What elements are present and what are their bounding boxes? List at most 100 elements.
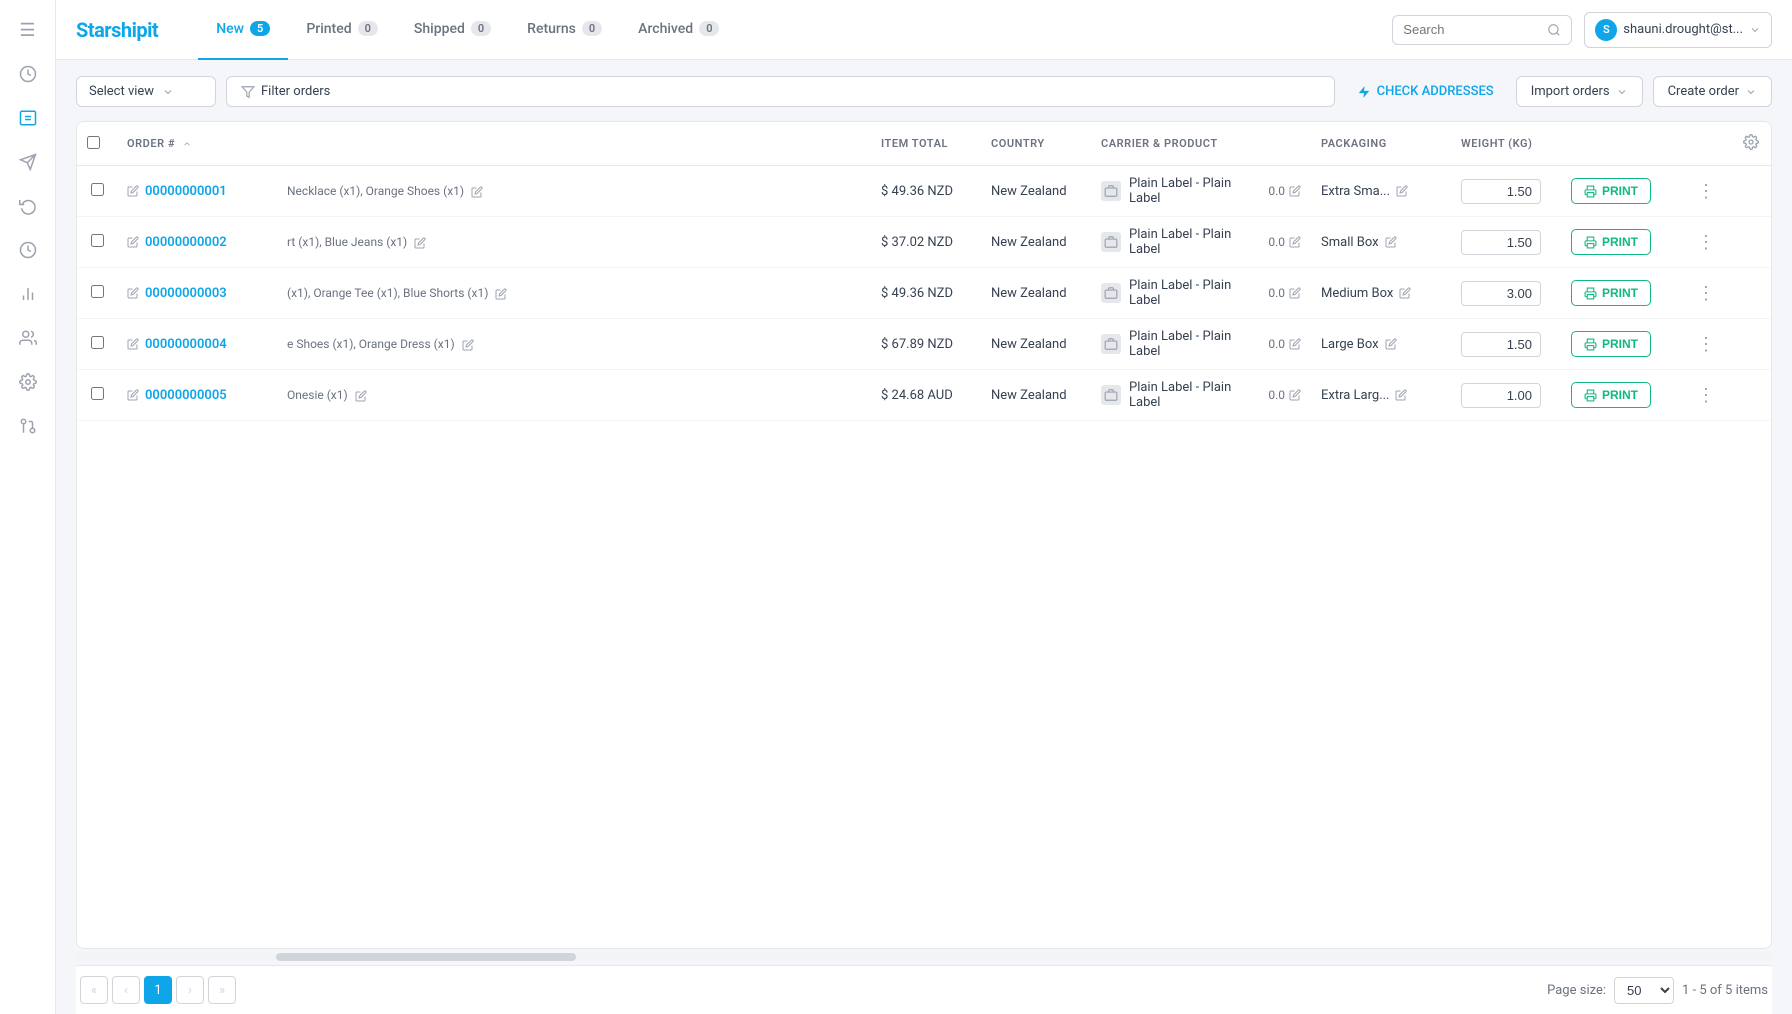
chevron-down-icon: [162, 86, 174, 98]
filter-icon: [241, 85, 255, 99]
edit-carrier-icon[interactable]: [1289, 338, 1301, 350]
row-checkbox-cell: [77, 370, 117, 421]
weight-input[interactable]: [1461, 230, 1541, 255]
more-options-button[interactable]: ⋮: [1691, 228, 1721, 257]
check-addresses-button[interactable]: CHECK ADDRESSES: [1345, 77, 1506, 106]
search-input[interactable]: [1403, 22, 1541, 37]
first-page-button[interactable]: «: [80, 976, 108, 1004]
edit-icon[interactable]: [127, 338, 139, 350]
more-options-button[interactable]: ⋮: [1691, 279, 1721, 308]
filter-button[interactable]: Filter orders: [226, 76, 1335, 107]
row-weight-cell[interactable]: [1451, 319, 1561, 370]
users-icon[interactable]: [10, 320, 46, 356]
settings-col-icon[interactable]: [1743, 134, 1759, 150]
pagination: « ‹ 1 › »: [80, 976, 236, 1004]
horizontal-scrollbar[interactable]: [76, 953, 1772, 961]
tab-printed[interactable]: Printed 0: [288, 0, 396, 60]
row-checkbox-2[interactable]: [91, 285, 104, 298]
row-print-cell: PRINT: [1561, 319, 1681, 370]
chart-icon[interactable]: [10, 276, 46, 312]
col-country-header: COUNTRY: [981, 122, 1091, 166]
prev-page-button[interactable]: ‹: [112, 976, 140, 1004]
row-weight-cell[interactable]: [1451, 217, 1561, 268]
edit-carrier-icon[interactable]: [1289, 287, 1301, 299]
edit-items-icon[interactable]: [471, 186, 483, 198]
edit-packaging-icon[interactable]: [1395, 389, 1407, 401]
edit-packaging-icon[interactable]: [1399, 287, 1411, 299]
row-checkbox-1[interactable]: [91, 234, 104, 247]
next-page-button[interactable]: ›: [176, 976, 204, 1004]
row-more-cell: ⋮: [1681, 370, 1731, 421]
row-weight-cell[interactable]: [1451, 268, 1561, 319]
edit-packaging-icon[interactable]: [1385, 338, 1397, 350]
select-all-checkbox[interactable]: [87, 136, 100, 149]
edit-items-icon[interactable]: [462, 339, 474, 351]
print-button[interactable]: PRINT: [1571, 280, 1651, 306]
send-icon[interactable]: [10, 144, 46, 180]
print-button[interactable]: PRINT: [1571, 331, 1651, 357]
carrier-name: Plain Label - Plain Label: [1129, 227, 1260, 257]
row-checkbox-0[interactable]: [91, 183, 104, 196]
integration-icon[interactable]: [10, 408, 46, 444]
weight-input[interactable]: [1461, 332, 1541, 357]
edit-icon[interactable]: [127, 287, 139, 299]
dashboard-icon[interactable]: [10, 56, 46, 92]
weight-input[interactable]: [1461, 383, 1541, 408]
weight-input[interactable]: [1461, 179, 1541, 204]
edit-carrier-icon[interactable]: [1289, 185, 1301, 197]
edit-items-icon[interactable]: [414, 237, 426, 249]
edit-packaging-icon[interactable]: [1385, 236, 1397, 248]
tab-returns[interactable]: Returns 0: [509, 0, 620, 60]
edit-carrier-icon[interactable]: [1289, 389, 1301, 401]
col-settings-header[interactable]: [1731, 122, 1771, 166]
scrollbar-thumb[interactable]: [276, 953, 576, 961]
header-right: S shauni.drought@st...: [1392, 12, 1772, 48]
create-order-button[interactable]: Create order: [1653, 76, 1772, 107]
settings-icon[interactable]: [10, 364, 46, 400]
edit-icon[interactable]: [127, 389, 139, 401]
edit-items-icon[interactable]: [495, 288, 507, 300]
row-checkbox-3[interactable]: [91, 336, 104, 349]
row-print-cell: PRINT: [1561, 217, 1681, 268]
select-view-button[interactable]: Select view: [76, 76, 216, 107]
print-button[interactable]: PRINT: [1571, 382, 1651, 408]
row-checkbox-cell: [77, 319, 117, 370]
print-button[interactable]: PRINT: [1571, 229, 1651, 255]
row-items-cell: e Shoes (x1), Orange Dress (x1): [277, 319, 871, 370]
history-icon[interactable]: [10, 188, 46, 224]
footer: « ‹ 1 › » Page size: 50 25 100 1 - 5 of …: [76, 965, 1772, 1014]
import-orders-button[interactable]: Import orders: [1516, 76, 1643, 107]
page-size-select[interactable]: 50 25 100: [1614, 977, 1674, 1004]
more-options-button[interactable]: ⋮: [1691, 177, 1721, 206]
tab-shipped[interactable]: Shipped 0: [396, 0, 509, 60]
order-id-link[interactable]: 00000000003: [145, 286, 227, 301]
row-carrier-cell: Plain Label - Plain Label 0.0: [1091, 370, 1311, 421]
edit-items-icon[interactable]: [355, 390, 367, 402]
edit-carrier-icon[interactable]: [1289, 236, 1301, 248]
tab-new[interactable]: New 5: [198, 0, 288, 60]
page-1-button[interactable]: 1: [144, 976, 172, 1004]
weight-input[interactable]: [1461, 281, 1541, 306]
edit-icon[interactable]: [127, 185, 139, 197]
order-id-link[interactable]: 00000000002: [145, 235, 227, 250]
tab-archived[interactable]: Archived 0: [620, 0, 737, 60]
search-icon: [1547, 22, 1561, 38]
last-page-button[interactable]: »: [208, 976, 236, 1004]
menu-icon[interactable]: ☰: [10, 12, 46, 48]
row-weight-cell[interactable]: [1451, 370, 1561, 421]
more-options-button[interactable]: ⋮: [1691, 381, 1721, 410]
order-id-link[interactable]: 00000000005: [145, 388, 227, 403]
user-button[interactable]: S shauni.drought@st...: [1584, 12, 1772, 48]
print-button[interactable]: PRINT: [1571, 178, 1651, 204]
more-options-button[interactable]: ⋮: [1691, 330, 1721, 359]
search-box[interactable]: [1392, 15, 1572, 45]
edit-icon[interactable]: [127, 236, 139, 248]
clock-icon[interactable]: [10, 232, 46, 268]
row-weight-cell[interactable]: [1451, 166, 1561, 217]
row-checkbox-4[interactable]: [91, 387, 104, 400]
orders-icon[interactable]: [10, 100, 46, 136]
order-id-link[interactable]: 00000000004: [145, 337, 227, 352]
printer-icon: [1584, 287, 1597, 300]
order-id-link[interactable]: 00000000001: [145, 184, 227, 199]
edit-packaging-icon[interactable]: [1396, 185, 1408, 197]
